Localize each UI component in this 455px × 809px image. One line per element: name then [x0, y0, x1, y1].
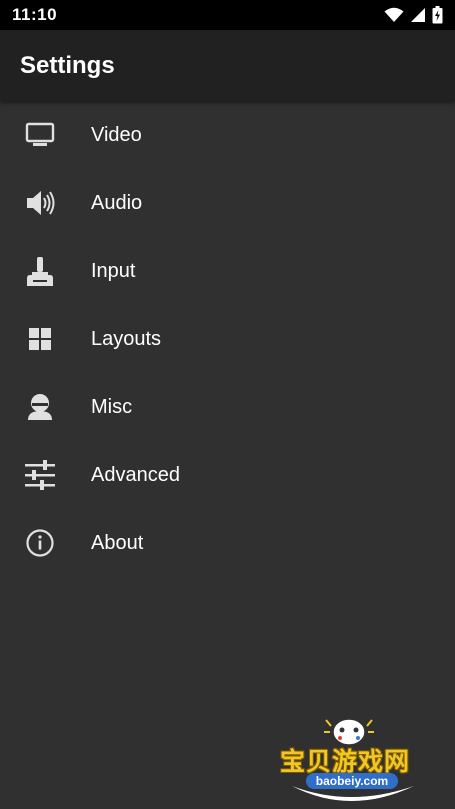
menu-item-label: Layouts [91, 328, 162, 350]
menu-item-about[interactable]: About [0, 509, 455, 577]
menu-item-layouts[interactable]: Layouts [0, 305, 455, 373]
cell-signal-icon [410, 7, 426, 23]
status-bar: 11:10 [0, 0, 455, 30]
menu-item-input[interactable]: Input [0, 237, 455, 305]
person-icon [22, 391, 58, 423]
menu-item-misc[interactable]: Misc [0, 373, 455, 441]
watermark-url: baobeiy.com [306, 773, 398, 789]
settings-menu: Video Audio Input Layouts Misc Advanced … [0, 101, 455, 577]
menu-item-advanced[interactable]: Advanced [0, 441, 455, 509]
menu-item-label: Video [91, 124, 142, 146]
menu-item-audio[interactable]: Audio [0, 169, 455, 237]
speaker-icon [22, 187, 58, 219]
status-icons [384, 6, 443, 24]
watermark-logo: 宝贝游戏网 baobeiy.com [278, 712, 428, 804]
battery-icon [432, 6, 443, 24]
menu-item-label: Advanced [91, 464, 180, 486]
menu-item-label: Misc [91, 396, 133, 418]
page-title: Settings [20, 52, 115, 79]
app-bar: Settings [0, 30, 455, 101]
status-time: 11:10 [12, 5, 58, 24]
grid-icon [22, 323, 58, 355]
info-icon [22, 527, 58, 559]
menu-item-video[interactable]: Video [0, 101, 455, 169]
monitor-icon [22, 119, 58, 151]
wifi-icon [384, 7, 404, 23]
menu-item-label: About [91, 532, 144, 554]
joystick-icon [22, 255, 58, 287]
sliders-icon [22, 459, 58, 491]
settings-screen: 11:10 Settings Video Audio Input Layouts… [0, 0, 455, 809]
menu-item-label: Audio [91, 192, 143, 214]
menu-item-label: Input [91, 260, 136, 282]
